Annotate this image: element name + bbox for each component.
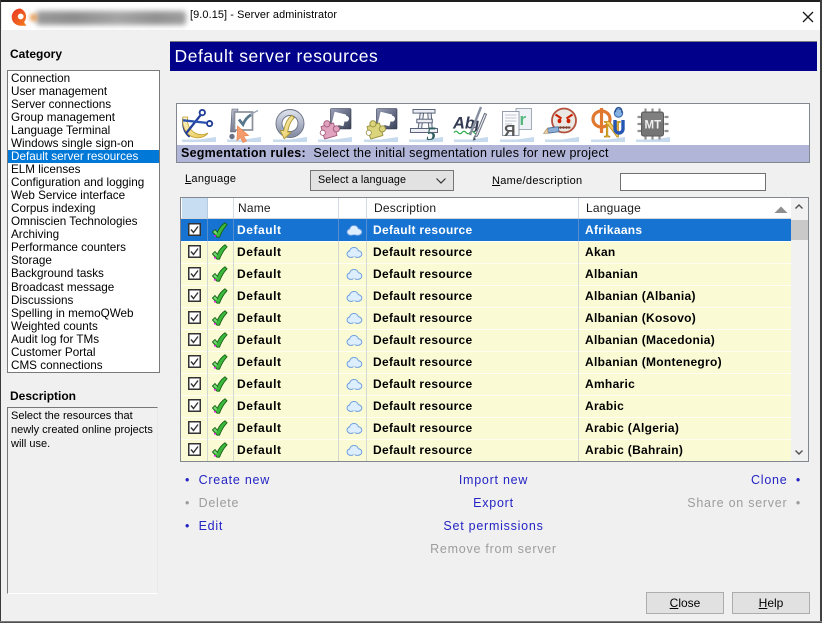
svg-text:N: N: [604, 117, 621, 142]
svg-text:5: 5: [427, 124, 437, 145]
svg-text:r: r: [519, 110, 526, 129]
svg-text:Я: Я: [504, 123, 516, 140]
svg-text:MT: MT: [645, 119, 662, 131]
